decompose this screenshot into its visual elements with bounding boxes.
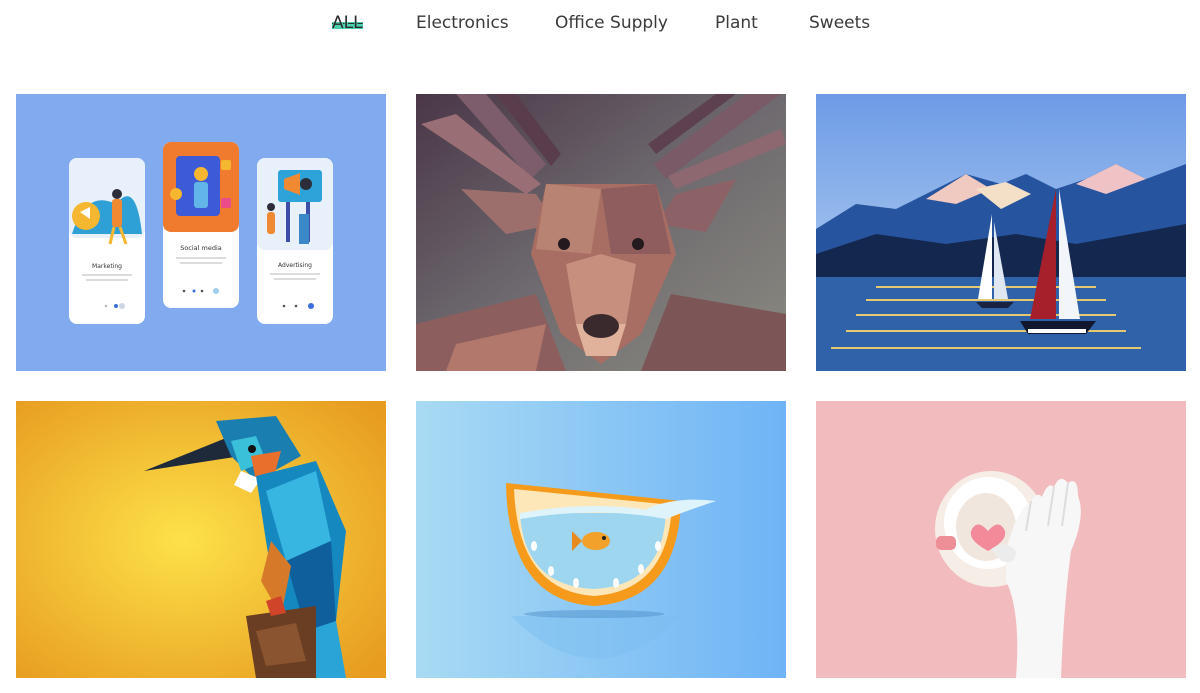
filter-label: Plant	[715, 13, 758, 33]
deer-illustration	[416, 94, 786, 371]
cup-heart-illustration	[816, 401, 1186, 678]
sailboats-illustration	[816, 94, 1186, 371]
gallery-item-mobile-app[interactable]: Marketing Social media Advertising	[16, 94, 386, 371]
gallery-item-cup-heart[interactable]	[816, 401, 1186, 678]
gallery-item-deer[interactable]	[416, 94, 786, 371]
screen-label: Marketing	[92, 263, 122, 270]
filter-label: Sweets	[809, 13, 871, 33]
filter-sweets[interactable]: Sweets	[809, 13, 870, 33]
kingfisher-illustration	[16, 401, 386, 678]
goldfish-illustration	[416, 401, 786, 678]
gallery-item-sailboats[interactable]	[816, 94, 1186, 371]
filter-office-supply[interactable]: Office Supply	[555, 13, 668, 33]
filter-label: Office Supply	[555, 13, 668, 33]
filter-all[interactable]: ALL	[332, 13, 363, 33]
mobile-app-illustration: Marketing Social media Advertising	[16, 94, 386, 371]
category-filter-bar: ALL Electronics Office Supply Plant Swee…	[0, 13, 1200, 39]
screen-label: Advertising	[278, 262, 312, 269]
gallery-item-goldfish[interactable]	[416, 401, 786, 678]
filter-electronics[interactable]: Electronics	[416, 13, 509, 33]
filter-plant[interactable]: Plant	[715, 13, 758, 33]
screen-label: Social media	[180, 244, 222, 252]
filter-label: ALL	[332, 13, 363, 33]
gallery-item-kingfisher[interactable]	[16, 401, 386, 678]
filter-label: Electronics	[416, 13, 509, 33]
